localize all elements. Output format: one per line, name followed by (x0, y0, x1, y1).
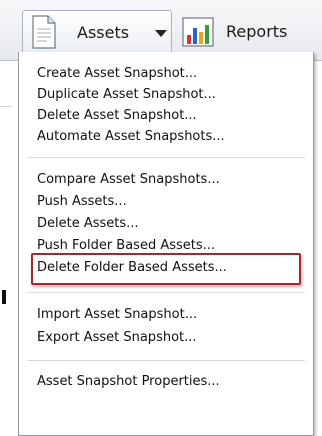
menu-separator (27, 157, 305, 158)
background-divider (0, 106, 12, 107)
menu-item-import-asset-snapshot[interactable]: Import Asset Snapshot... (35, 305, 199, 325)
menu-item-delete-asset-snapshot[interactable]: Delete Asset Snapshot... (35, 106, 199, 126)
assets-dropdown-menu: Create Asset Snapshot... Duplicate Asset… (18, 52, 314, 436)
bar-chart-icon (182, 17, 214, 47)
menu-item-push-assets[interactable]: Push Assets... (35, 192, 129, 212)
reports-menu-button[interactable]: Reports (174, 10, 322, 56)
menu-separator (27, 360, 305, 361)
menu-item-delete-folder-based-assets[interactable]: Delete Folder Based Assets... (35, 258, 229, 278)
reports-label: Reports (226, 22, 288, 41)
document-icon (32, 15, 56, 49)
menu-separator (27, 292, 305, 293)
menu-item-create-asset-snapshot[interactable]: Create Asset Snapshot... (35, 64, 199, 84)
menu-item-duplicate-asset-snapshot[interactable]: Duplicate Asset Snapshot... (35, 85, 218, 105)
caret-down-icon (155, 30, 167, 37)
menu-item-automate-asset-snapshots[interactable]: Automate Asset Snapshots... (35, 127, 227, 147)
assets-menu-button[interactable]: Assets (22, 10, 172, 58)
menu-item-export-asset-snapshot[interactable]: Export Asset Snapshot... (35, 328, 199, 348)
assets-label: Assets (77, 23, 130, 42)
background-fragment (2, 290, 6, 304)
menu-item-asset-snapshot-properties[interactable]: Asset Snapshot Properties... (35, 372, 222, 392)
menu-item-compare-asset-snapshots[interactable]: Compare Asset Snapshots... (35, 170, 222, 190)
menu-item-delete-assets[interactable]: Delete Assets... (35, 214, 141, 234)
